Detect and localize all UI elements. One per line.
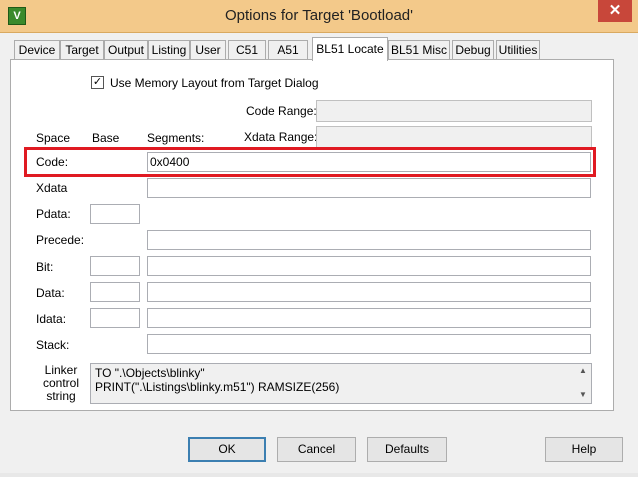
space-header: Space [36,131,71,145]
tab-utilities[interactable]: Utilities [496,40,540,60]
base-header: Base [92,131,120,145]
linker-line-1: TO ".\Objects\blinky" [95,366,205,380]
linker-control-label: Linker control string [36,364,86,403]
stack-label: Stack: [36,338,70,352]
scroll-down-icon[interactable]: ▼ [576,390,590,402]
linker-label-line3: string [46,389,76,403]
idata-label: Idata: [36,312,67,326]
tab-debug[interactable]: Debug [452,40,494,60]
precede-label: Precede: [36,233,85,247]
tab-user[interactable]: User [190,40,226,60]
linker-control-string[interactable]: TO ".\Objects\blinky" PRINT(".\Listings\… [90,363,592,404]
code-range-field [316,100,592,122]
stack-segments-input[interactable] [147,334,591,354]
use-memory-layout-checkbox[interactable]: ✓ [91,76,104,89]
xdata-range-label: Xdata Range: [244,130,318,144]
linker-line-2: PRINT(".\Listings\blinky.m51") RAMSIZE(2… [95,380,340,394]
cancel-button[interactable]: Cancel [277,437,356,462]
highlight-box [24,147,596,177]
tab-bl51-locate[interactable]: BL51 Locate [312,37,388,61]
xdata-label: Xdata [36,181,68,195]
defaults-button[interactable]: Defaults [367,437,447,462]
data-segments-input[interactable] [147,282,591,302]
xdata-segments-input[interactable] [147,178,591,198]
window-title: Options for Target 'Bootload' [224,7,414,24]
segments-header: Segments: [147,131,205,145]
use-memory-layout-label: Use Memory Layout from Target Dialog [110,76,319,90]
tab-listing[interactable]: Listing [148,40,190,60]
scroll-up-icon[interactable]: ▲ [576,366,590,378]
code-range-label: Code Range: [246,104,317,118]
tab-c51[interactable]: C51 [228,40,266,60]
tab-output[interactable]: Output [104,40,148,60]
bit-label: Bit: [36,260,54,274]
pdata-label: Pdata: [36,207,71,221]
xdata-range-field [316,126,592,148]
close-button[interactable]: ✕ [598,0,632,22]
idata-base-input[interactable] [90,308,140,328]
tab-device[interactable]: Device [14,40,60,60]
bit-segments-input[interactable] [147,256,591,276]
tab-target[interactable]: Target [60,40,104,60]
ok-button[interactable]: OK [188,437,266,462]
precede-segments-input[interactable] [147,230,591,250]
pdata-base-input[interactable] [90,204,140,224]
bottom-strip [0,473,638,477]
tab-a51[interactable]: A51 [268,40,308,60]
tab-bl51-misc[interactable]: BL51 Misc [388,40,450,60]
bit-base-input[interactable] [90,256,140,276]
idata-segments-input[interactable] [147,308,591,328]
data-label: Data: [36,286,65,300]
data-base-input[interactable] [90,282,140,302]
help-button[interactable]: Help [545,437,623,462]
